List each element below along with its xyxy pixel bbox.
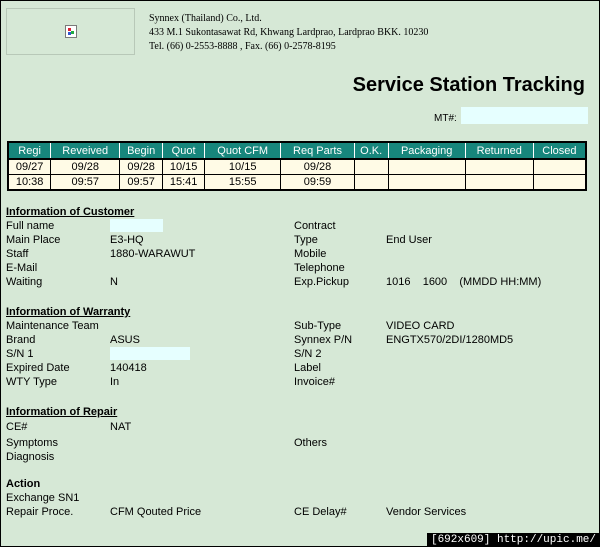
main-place-value: E3-HQ bbox=[110, 234, 144, 246]
synnex-pn-label: Synnex P/N bbox=[294, 334, 353, 346]
table-cell: 09/28 bbox=[50, 158, 121, 175]
page-title: Service Station Tracking bbox=[352, 74, 585, 96]
table-cell bbox=[532, 174, 587, 191]
tracking-header-row: Regi Reveived Begin Quot Quot CFM Req Pa… bbox=[7, 141, 587, 160]
table-cell: 09:57 bbox=[119, 174, 164, 191]
table-cell: 09:57 bbox=[50, 174, 121, 191]
table-cell bbox=[464, 174, 534, 191]
customer-heading: Information of Customer bbox=[6, 206, 135, 218]
table-cell bbox=[464, 158, 534, 175]
ce-label: CE# bbox=[6, 421, 28, 433]
table-cell bbox=[353, 158, 389, 175]
exp-pickup-label: Exp.Pickup bbox=[294, 276, 350, 288]
warranty-heading: Information of Warranty bbox=[6, 306, 131, 318]
wty-type-value: In bbox=[110, 376, 120, 388]
table-row: 09/27 09/28 09/28 10/15 10/15 09/28 bbox=[7, 158, 587, 175]
col-closed: Closed bbox=[532, 141, 587, 160]
table-cell: 15:41 bbox=[162, 174, 206, 191]
mt-field bbox=[461, 107, 588, 124]
repair-proc-label: Repair Proce. bbox=[6, 506, 74, 518]
ce-value: NAT bbox=[110, 421, 132, 433]
table-cell bbox=[532, 158, 587, 175]
company-logo bbox=[6, 8, 135, 55]
type-value: End User bbox=[386, 234, 432, 246]
table-cell: 09/27 bbox=[7, 158, 52, 175]
exp-pickup-value: 1016 1600 (MMDD HH:MM) bbox=[386, 276, 542, 288]
mobile-label: Mobile bbox=[294, 248, 327, 260]
table-cell: 09:59 bbox=[280, 174, 355, 191]
staff-label: Staff bbox=[6, 248, 29, 260]
company-name: Synnex (Thailand) Co., Ltd. bbox=[149, 13, 262, 24]
table-cell bbox=[353, 174, 389, 191]
broken-image-icon bbox=[64, 25, 77, 38]
main-place-label: Main Place bbox=[6, 234, 61, 246]
brand-value: ASUS bbox=[110, 334, 140, 346]
sn2-label: S/N 2 bbox=[294, 348, 322, 360]
table-cell: 09/28 bbox=[280, 158, 355, 175]
col-quot-cfm: Quot CFM bbox=[204, 141, 282, 160]
table-cell: 10/15 bbox=[204, 158, 282, 175]
exchange-sn1-label: Exchange SN1 bbox=[6, 492, 80, 504]
invoice-label: Invoice# bbox=[294, 376, 335, 388]
col-ok: O.K. bbox=[353, 141, 389, 160]
expired-date-value: 140418 bbox=[110, 362, 147, 374]
action-heading: Action bbox=[6, 478, 41, 490]
brand-label: Brand bbox=[6, 334, 36, 346]
full-name-label: Full name bbox=[6, 220, 55, 232]
repair-proc-value: CFM Qouted Price bbox=[110, 506, 202, 518]
maintenance-team-label: Maintenance Team bbox=[6, 320, 99, 332]
waiting-value: N bbox=[110, 276, 118, 288]
company-contact: Tel. (66) 0-2553-8888 , Fax. (66) 0-2578… bbox=[149, 41, 336, 52]
sub-type-label: Sub-Type bbox=[294, 320, 342, 332]
col-received: Reveived bbox=[50, 141, 121, 160]
col-regi: Regi bbox=[7, 141, 52, 160]
company-address: 433 M.1 Sukontasawat Rd, Khwang Lardprao… bbox=[149, 27, 429, 38]
symptoms-label: Symptoms bbox=[6, 437, 58, 449]
col-returned: Returned bbox=[464, 141, 534, 160]
ce-delay-label: CE Delay# bbox=[294, 506, 347, 518]
email-label: E-Mail bbox=[6, 262, 38, 274]
col-begin: Begin bbox=[119, 141, 164, 160]
waiting-label: Waiting bbox=[6, 276, 43, 288]
repair-heading: Information of Repair bbox=[6, 406, 118, 418]
table-row: 10:38 09:57 09:57 15:41 15:55 09:59 bbox=[7, 174, 587, 191]
telephone-label: Telephone bbox=[294, 262, 345, 274]
diagnosis-label: Diagnosis bbox=[6, 451, 55, 463]
company-info: Synnex (Thailand) Co., Ltd. 433 M.1 Suko… bbox=[149, 12, 428, 54]
table-cell: 09/28 bbox=[119, 158, 164, 175]
full-name-field bbox=[110, 219, 163, 232]
sn1-label: S/N 1 bbox=[6, 348, 34, 360]
mt-label: MT#: bbox=[434, 113, 457, 124]
wty-type-label: WTY Type bbox=[6, 376, 57, 388]
table-cell: 15:55 bbox=[204, 174, 282, 191]
expired-date-label: Expired Date bbox=[6, 362, 70, 374]
sn1-field bbox=[110, 347, 190, 360]
type-label: Type bbox=[294, 234, 318, 246]
col-quot: Quot bbox=[162, 141, 206, 160]
table-cell: 10:38 bbox=[7, 174, 52, 191]
contract-label: Contract bbox=[294, 220, 336, 232]
others-label: Others bbox=[294, 437, 328, 449]
sub-type-value: VIDEO CARD bbox=[386, 320, 455, 332]
table-cell: 10/15 bbox=[162, 158, 206, 175]
label-label: Label bbox=[294, 362, 321, 374]
col-packaging: Packaging bbox=[387, 141, 466, 160]
col-req-parts: Req Parts bbox=[280, 141, 355, 160]
staff-value: 1880-WARAWUT bbox=[110, 248, 196, 260]
ce-delay-value: Vendor Services bbox=[386, 506, 467, 518]
tracking-table: Regi Reveived Begin Quot Quot CFM Req Pa… bbox=[7, 141, 587, 191]
table-cell bbox=[387, 174, 466, 191]
table-cell bbox=[387, 158, 466, 175]
synnex-pn-value: ENGTX570/2DI/1280MD5 bbox=[386, 334, 514, 346]
image-host-watermark: [692x609] http://upic.me/ bbox=[426, 533, 600, 547]
